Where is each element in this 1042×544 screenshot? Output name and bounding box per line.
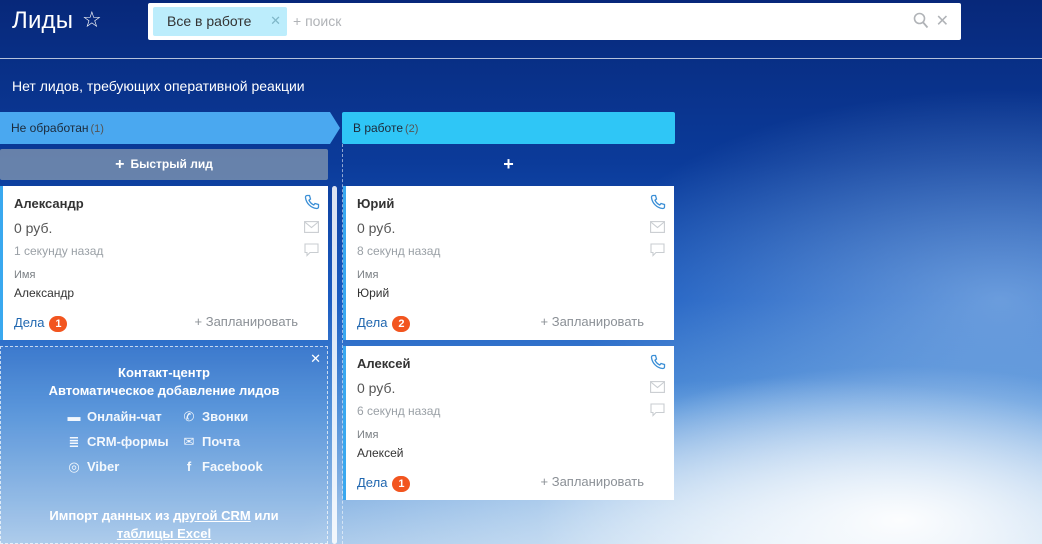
channel-facebook[interactable]: f Facebook [180, 459, 263, 474]
schedule-link[interactable]: + Запланировать [541, 314, 644, 329]
deals-count-badge: 2 [392, 316, 411, 332]
search-icon[interactable] [913, 12, 929, 30]
mail-icon: ✉ [183, 434, 195, 449]
field-label: Имя [14, 269, 36, 281]
field-label: Имя [357, 429, 379, 441]
chat-icon[interactable] [650, 243, 665, 257]
field-label: Имя [357, 269, 379, 281]
search-box[interactable]: Все в работе ✕ + поиск ✕ [148, 3, 961, 40]
deals-link[interactable]: Дела 1 [357, 475, 411, 492]
star-icon[interactable]: ☆ [82, 7, 102, 33]
page-title: Лиды [12, 7, 74, 34]
deals-count-badge: 1 [49, 316, 68, 332]
quick-lead-button[interactable]: + Быстрый лид [0, 149, 328, 180]
import-text: Импорт данных из другой CRM или таблицы … [49, 508, 279, 541]
filter-chip[interactable]: Все в работе ✕ [153, 7, 287, 36]
mail-icon[interactable] [650, 381, 665, 393]
stage-header-new[interactable]: Не обработан (1) [0, 112, 340, 144]
lead-card[interactable]: Юрий 0 руб. 8 секунд назад Имя Юрий Дела… [343, 186, 674, 340]
lead-time: 8 секунд назад [357, 244, 441, 258]
channel-mail[interactable]: ✉ Почта [180, 434, 241, 450]
lead-price: 0 руб. [357, 380, 396, 396]
stage-label: В работе (2) [353, 121, 419, 135]
add-lead-button[interactable]: + [342, 149, 675, 180]
schedule-link[interactable]: + Запланировать [541, 474, 644, 489]
chat-icon[interactable] [304, 243, 319, 257]
phone-icon: ✆ [183, 409, 195, 424]
field-value: Алексей [357, 446, 404, 460]
mail-icon[interactable] [304, 221, 319, 233]
facebook-icon: f [186, 459, 192, 474]
lead-card[interactable]: Александр 0 руб. 1 секунду назад Имя Але… [0, 186, 328, 340]
schedule-link[interactable]: + Запланировать [195, 314, 298, 329]
chat-icon: ▬ [67, 409, 81, 424]
lead-time: 1 секунду назад [14, 244, 104, 258]
form-icon: ≣ [68, 434, 80, 449]
mail-icon[interactable] [650, 221, 665, 233]
phone-icon[interactable] [650, 194, 666, 210]
lead-price: 0 руб. [357, 220, 396, 236]
stage-header-in-work[interactable]: В работе (2) [342, 112, 675, 144]
deals-count-badge: 1 [392, 476, 411, 492]
stage-label: Не обработан (1) [11, 121, 104, 135]
search-input[interactable]: + поиск [293, 13, 341, 29]
channel-calls[interactable]: ✆ Звонки [180, 409, 249, 425]
lead-name[interactable]: Юрий [357, 196, 394, 211]
lead-name[interactable]: Алексей [357, 356, 411, 371]
phone-icon[interactable] [650, 354, 666, 370]
import-crm-link[interactable]: другой CRM [173, 508, 251, 523]
plus-icon: + [115, 156, 125, 173]
lead-card[interactable]: Алексей 0 руб. 6 секунд назад Имя Алексе… [343, 346, 674, 500]
field-value: Александр [14, 286, 75, 300]
chat-icon[interactable] [650, 403, 665, 417]
deals-link[interactable]: Дела 1 [14, 315, 68, 332]
phone-icon[interactable] [304, 194, 320, 210]
top-bar: Лиды ☆ Все в работе ✕ + поиск ✕ [0, 0, 1042, 58]
promo-title: Контакт-центр Автоматическое добавление … [48, 365, 280, 398]
column-scrollbar[interactable] [332, 186, 337, 544]
lead-price: 0 руб. [14, 220, 53, 236]
notice-text: Нет лидов, требующих оперативной реакции [12, 78, 305, 94]
viber-icon: ◎ [68, 459, 80, 474]
channel-crm-forms[interactable]: ≣ CRM-формы [65, 434, 169, 450]
deals-link[interactable]: Дела 2 [357, 315, 411, 332]
channel-online-chat[interactable]: ▬ Онлайн-чат [65, 409, 162, 424]
field-value: Юрий [357, 286, 390, 300]
lead-time: 6 секунд назад [357, 404, 441, 418]
header-divider [0, 58, 1042, 59]
filter-chip-label: Все в работе [167, 13, 252, 29]
contact-center-promo: ✕ Контакт-центр Автоматическое добавлени… [0, 346, 328, 544]
channel-viber[interactable]: ◎ Viber [65, 459, 119, 475]
lead-name[interactable]: Александр [14, 196, 84, 211]
import-excel-link[interactable]: таблицы Excel [117, 526, 211, 541]
clear-search-icon[interactable]: ✕ [936, 11, 949, 31]
close-icon[interactable]: ✕ [270, 13, 281, 29]
